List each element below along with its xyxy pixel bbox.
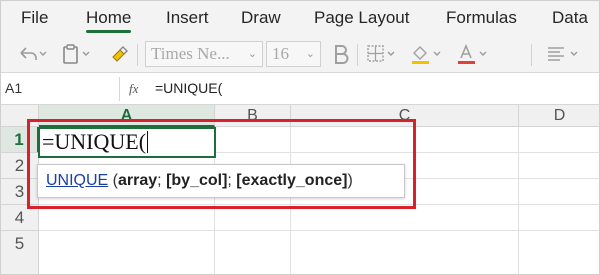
cell-c1[interactable] [291,127,519,153]
fx-icon[interactable]: fx [129,81,138,97]
chevron-down-icon: ⌄ [305,47,315,60]
tab-draw[interactable]: Draw [241,7,281,29]
fill-color-button[interactable] [409,42,445,66]
column-header-c[interactable]: C [291,105,519,127]
cell-d5[interactable] [519,231,599,274]
column-header-b[interactable]: B [215,105,291,127]
chevron-down-icon: ⌄ [247,47,257,60]
font-color-button[interactable] [455,42,491,66]
font-name-value: Times Ne... [151,44,230,63]
tab-file[interactable]: File [21,7,48,29]
align-icon [548,47,578,61]
select-all-corner[interactable] [1,105,39,127]
paste-icon [63,44,90,64]
tab-formulas[interactable]: Formulas [446,7,517,29]
format-painter-button[interactable] [109,42,129,66]
cell-d4[interactable] [519,205,599,231]
cell-c4[interactable] [291,205,519,231]
cell-d1[interactable] [519,127,599,153]
tab-home[interactable]: Home [86,7,132,33]
align-button[interactable] [545,42,585,66]
font-size-dropdown[interactable]: 16 ⌄ [266,41,321,67]
bold-icon [335,45,349,64]
cell-b4[interactable] [215,205,291,231]
cell-b1[interactable] [215,127,291,153]
font-size-value: 16 [272,44,289,63]
toolbar-separator [357,44,358,66]
bold-button[interactable] [331,42,351,66]
function-signature-tooltip: UNIQUE (array; [by_col]; [exactly_once]) [37,164,405,198]
font-color-icon [458,43,487,64]
active-cell-text: =UNIQUE( [42,129,147,154]
borders-button[interactable] [365,42,399,66]
tab-page-layout[interactable]: Page Layout [314,7,409,29]
argument-exactly-once: [exactly_once] [236,172,348,189]
formula-bar-divider [119,77,120,101]
tooltip-close-paren: ) [347,172,353,189]
argument-array: array [118,172,158,189]
column-header-d[interactable]: D [519,105,599,127]
row-header-3[interactable]: 3 [1,179,39,205]
excel-window: File Home Insert Draw Page Layout Formul… [0,0,600,275]
undo-icon [20,47,47,60]
toolbar-separator [137,44,138,66]
text-caret [147,131,149,153]
formula-input[interactable]: =UNIQUE( [155,80,222,96]
row-header-1[interactable]: 1 [1,127,39,153]
cell-a4[interactable] [39,205,215,231]
tooltip-separator: ; [157,172,167,189]
ribbon-tab-bar: File Home Insert Draw Page Layout Formul… [1,1,599,35]
row-header-5[interactable]: 5 [1,231,39,274]
cell-d2[interactable] [519,153,599,179]
font-name-dropdown[interactable]: Times Ne... ⌄ [145,41,263,67]
cell-d3[interactable] [519,179,599,205]
formula-bar: A1 fx =UNIQUE( [1,73,599,105]
tooltip-separator: ; [227,172,237,189]
tab-insert[interactable]: Insert [166,7,209,29]
toolbar-separator [531,44,532,66]
name-box[interactable]: A1 [5,80,22,96]
undo-button[interactable] [17,42,47,66]
active-cell-editor[interactable]: =UNIQUE( [38,127,216,158]
format-painter-icon [112,46,128,62]
tooltip-open-paren: ( [108,172,119,189]
tab-data[interactable]: Data [552,7,588,29]
fill-color-icon [412,46,441,64]
function-help-link[interactable]: UNIQUE [46,172,108,189]
column-header-a[interactable]: A [39,105,215,127]
argument-by-col: [by_col] [166,172,228,189]
home-toolbar: Times Ne... ⌄ 16 ⌄ [1,35,599,73]
row-header-4[interactable]: 4 [1,205,39,231]
paste-button[interactable] [61,42,95,66]
cell-b5[interactable] [215,231,291,274]
cell-a5[interactable] [39,231,215,274]
cell-c5[interactable] [291,231,519,274]
borders-icon [367,45,395,62]
row-header-2[interactable]: 2 [1,153,39,179]
